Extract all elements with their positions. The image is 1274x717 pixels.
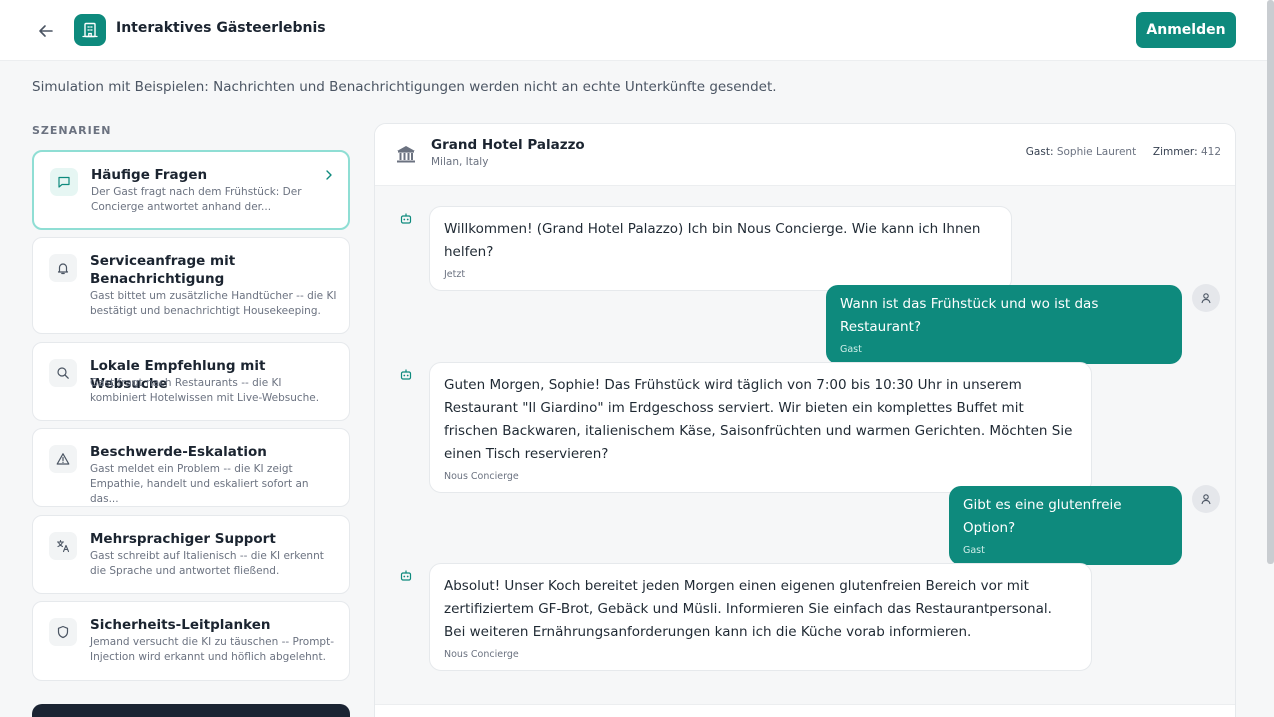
- guest-avatar: [1192, 485, 1220, 513]
- message-meta: Nous Concierge: [444, 649, 519, 660]
- scenario-description: Jemand versucht die KI zu täuschen -- Pr…: [90, 636, 335, 663]
- page-scrollbar[interactable]: [1267, 0, 1274, 564]
- simulation-notice: Simulation mit Beispielen: Nachrichten u…: [32, 79, 777, 95]
- chat-bubble-icon: [58, 176, 70, 188]
- scenario-description: Gast bittet um zusätzliche Handtücher --…: [90, 290, 337, 317]
- robot-icon: [400, 570, 412, 581]
- hotel-location: Milan, Italy: [431, 156, 489, 168]
- user-icon: [1201, 494, 1211, 505]
- scenario-title: Serviceanfrage mit Benachrichtigung: [90, 253, 236, 287]
- search-icon: [57, 367, 69, 379]
- warning-triangle-icon: [56, 453, 70, 465]
- guest-avatar: [1192, 284, 1220, 312]
- guest-info: Gast: Sophie Laurent Zimmer: 412: [1026, 146, 1221, 158]
- scenario-service-request[interactable]: Serviceanfrage mit Benachrichtigung Gast…: [32, 237, 350, 334]
- scenario-description: Gast meldet ein Problem -- die KI zeigt …: [90, 463, 309, 505]
- shield-icon: [57, 625, 69, 639]
- scenario-description: Gast fragt nach Restaurants -- die KI ko…: [90, 377, 320, 404]
- message-text: Willkommen! (Grand Hotel Palazzo) Ich bi…: [444, 221, 981, 260]
- hotel-building-icon: [397, 146, 415, 163]
- building-icon: [82, 22, 98, 38]
- scenarios-heading: SZENARIEN: [32, 124, 112, 137]
- robot-icon: [400, 213, 412, 224]
- arrow-left-icon[interactable]: [38, 23, 54, 39]
- scenario-title: Häufige Fragen: [91, 167, 208, 183]
- scenario-title: Mehrsprachiger Support: [90, 531, 276, 547]
- scenario-complaint-escalation[interactable]: Beschwerde-Eskalation Gast meldet ein Pr…: [32, 428, 350, 507]
- chevron-right-icon: [326, 170, 332, 180]
- message-text: Absolut! Unser Koch bereitet jeden Morge…: [444, 578, 1052, 640]
- message-text: Gibt es eine glutenfreie Option?: [963, 497, 1122, 536]
- chat-header: Grand Hotel Palazzo Milan, Italy Gast: S…: [375, 124, 1235, 186]
- message-meta: Jetzt: [444, 269, 466, 280]
- chat-footer: [375, 704, 1235, 717]
- scenario-multilingual-support[interactable]: Mehrsprachiger Support Gast schreibt auf…: [32, 515, 350, 594]
- user-message: Gibt es eine glutenfreie Option? Gast: [949, 486, 1182, 565]
- top-bar: Interaktives Gästeerlebnis Anmelden: [0, 0, 1274, 61]
- scenario-description: Gast schreibt auf Italienisch -- die KI …: [90, 550, 324, 577]
- scenario-icon: [49, 618, 77, 646]
- message-text: Guten Morgen, Sophie! Das Frühstück wird…: [444, 377, 1073, 462]
- room-label: Zimmer:: [1152, 146, 1198, 158]
- login-button[interactable]: Anmelden: [1136, 12, 1236, 48]
- scenario-icon: [50, 168, 78, 196]
- bell-icon: [57, 263, 69, 275]
- scenario-icon: [49, 532, 77, 560]
- message-list: Willkommen! (Grand Hotel Palazzo) Ich bi…: [375, 186, 1235, 704]
- scenario-safety-guardrails[interactable]: Sicherheits-Leitplanken Jemand versucht …: [32, 601, 350, 681]
- room-number: 412: [1200, 146, 1221, 158]
- scenario-description: Der Gast fragt nach dem Frühstück: Der C…: [91, 186, 302, 213]
- scenario-faq[interactable]: Häufige Fragen Der Gast fragt nach dem F…: [32, 150, 350, 230]
- user-message: Wann ist das Frühstück und wo ist das Re…: [826, 285, 1182, 364]
- bot-message: Guten Morgen, Sophie! Das Frühstück wird…: [429, 362, 1092, 493]
- app-logo: [74, 14, 106, 46]
- bot-message: Absolut! Unser Koch bereitet jeden Morge…: [429, 563, 1092, 671]
- scenario-icon: [49, 445, 77, 473]
- guest-name: Sophie Laurent: [1056, 146, 1137, 158]
- scenario-title: Beschwerde-Eskalation: [90, 444, 267, 460]
- scenario-title: Sicherheits-Leitplanken: [90, 617, 271, 633]
- message-meta: Gast: [963, 545, 985, 556]
- back-button[interactable]: [34, 19, 58, 43]
- hotel-name: Grand Hotel Palazzo: [431, 137, 585, 153]
- run-scenario-button[interactable]: [32, 704, 350, 717]
- message-text: Wann ist das Frühstück und wo ist das Re…: [840, 296, 1099, 335]
- robot-icon: [400, 369, 412, 380]
- scenario-icon: [49, 359, 77, 387]
- message-meta: Nous Concierge: [444, 471, 519, 482]
- bot-message: Willkommen! (Grand Hotel Palazzo) Ich bi…: [429, 206, 1012, 291]
- scenario-local-recommendation[interactable]: Lokale Empfehlung mit Websuche Gast frag…: [32, 342, 350, 421]
- message-meta: Gast: [840, 344, 862, 355]
- translate-icon: [56, 539, 70, 553]
- user-icon: [1201, 293, 1211, 304]
- guest-label: Gast:: [1025, 146, 1054, 158]
- scenario-icon: [49, 254, 77, 282]
- app-title: Interaktives Gästeerlebnis: [116, 20, 326, 36]
- chat-panel: Grand Hotel Palazzo Milan, Italy Gast: S…: [374, 123, 1236, 717]
